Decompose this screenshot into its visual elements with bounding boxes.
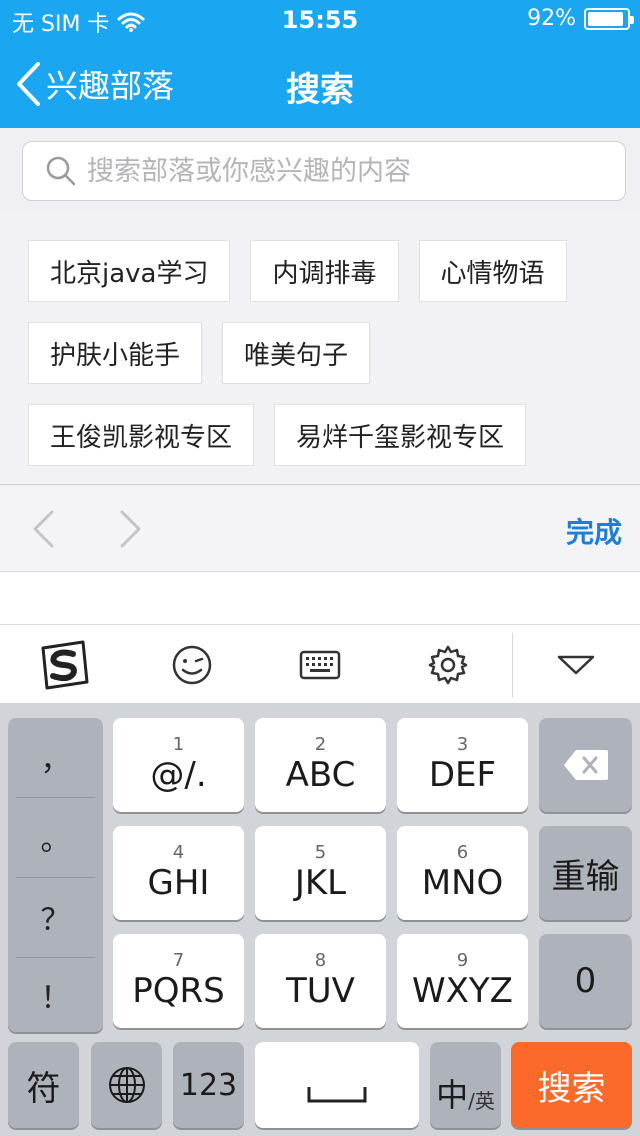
search-key-label: 搜索 [537,1068,606,1109]
back-button[interactable]: 兴趣部落 [14,58,174,110]
emoji-icon [172,645,212,685]
lang-sub-text: 英 [474,1089,495,1113]
tag-row: 北京java学习 内调排毒 心情物语 [28,240,640,302]
lang-sub-label: /英 [468,1089,495,1113]
tag-item[interactable]: 心情物语 [418,240,567,302]
key-letters: JKL [294,863,347,903]
tag-item[interactable]: 内调排毒 [250,240,399,302]
key-8[interactable]: 8 TUV [255,934,386,1028]
sogou-logo-icon [41,640,89,690]
globe-icon [108,1067,145,1103]
emoji-button[interactable] [164,639,220,691]
number-mode-label: 123 [179,1067,238,1103]
search-input[interactable] [87,155,607,187]
battery-percent: 92% [527,6,576,31]
key-2[interactable]: 2 ABC [255,718,386,812]
nav-bar: 兴趣部落 搜索 [0,40,640,128]
tag-item[interactable]: 唯美句子 [222,322,371,384]
chevron-left-icon [17,62,40,106]
nine-key-keyboard: ， 。 ？ ！ 1 @/. 2 ABC 3 DEF 4 GHI 5 JKL 6 … [0,704,640,1136]
search-icon [46,156,76,186]
space-key[interactable] [255,1042,419,1128]
app-root: 无 SIM 卡 15:55 92% 兴趣部落 搜索 搜索部落或你感兴趣的内容 北… [0,0,640,1136]
keyboard-icon [299,650,341,680]
hide-keyboard-button[interactable] [548,639,604,691]
search-key[interactable]: 搜索 [511,1042,632,1128]
key-letters: DEF [428,755,497,795]
back-label: 兴趣部落 [46,67,175,105]
ime-toolbar [0,624,640,704]
number-mode-key[interactable]: 123 [173,1042,244,1128]
key-7[interactable]: 7 PQRS [113,934,244,1028]
tag-item[interactable]: 易烊千玺影视专区 [274,404,527,466]
punct-key[interactable]: ！ [8,956,103,1034]
key-number: 5 [314,842,327,863]
sogou-logo-button[interactable] [36,639,92,691]
tag-cloud: 北京java学习 内调排毒 心情物语 护肤小能手 唯美句子 王俊凯影视专区 易烊… [0,212,640,484]
keyboard-accessory-bar: 完成 [0,484,640,572]
key-letters: GHI [147,863,210,903]
key-number: 9 [456,950,469,971]
key-number: 1 [172,734,185,755]
keyboard-switch-button[interactable] [292,639,348,691]
settings-button[interactable] [420,639,476,691]
backspace-icon [563,750,608,780]
key-1[interactable]: 1 @/. [113,718,244,812]
candidate-strip [0,572,640,624]
key-number: 4 [172,842,185,863]
key-letters: @/. [150,755,207,795]
symbol-key[interactable]: 符 [8,1042,79,1128]
prev-field-icon[interactable] [30,509,58,549]
key-number: 7 [172,950,185,971]
key-number: 6 [456,842,469,863]
next-field-icon[interactable] [116,509,144,549]
toolbar-divider [512,633,513,697]
search-section [0,128,640,212]
delete-key[interactable] [539,718,632,812]
globe-key[interactable] [91,1042,162,1128]
tag-item[interactable]: 护肤小能手 [28,322,203,384]
key-number: 8 [314,950,327,971]
key-0[interactable]: 0 [539,934,632,1028]
punct-key[interactable]: ？ [8,878,103,956]
key-3[interactable]: 3 DEF [397,718,528,812]
key-letters: MNO [421,863,504,903]
battery-fill [588,11,623,26]
key-number: 3 [456,734,469,755]
punctuation-column: ， 。 ？ ！ [8,718,103,1032]
gear-icon [428,645,468,685]
reinput-label: 重输 [551,856,620,897]
status-bar: 无 SIM 卡 15:55 92% [0,0,640,40]
battery-icon [584,7,634,30]
zero-label: 0 [574,961,597,1001]
key-4[interactable]: 4 GHI [113,826,244,920]
page-title: 搜索 [286,70,354,110]
tag-item[interactable]: 王俊凯影视专区 [28,404,255,466]
symbol-label: 符 [26,1068,61,1109]
tag-row: 王俊凯影视专区 易烊千玺影视专区 [28,404,640,466]
key-6[interactable]: 6 MNO [397,826,528,920]
search-box[interactable] [22,141,626,201]
punct-key[interactable]: 。 [8,798,103,876]
key-letters: PQRS [132,971,225,1011]
language-switch-key[interactable]: 中 /英 [430,1042,501,1128]
key-letters: WXYZ [412,971,513,1011]
reinput-key[interactable]: 重输 [539,826,632,920]
tag-row: 护肤小能手 唯美句子 [28,322,640,384]
top-bar: 无 SIM 卡 15:55 92% 兴趣部落 搜索 [0,0,640,128]
chevron-down-icon [557,655,595,675]
key-letters: ABC [285,755,356,795]
done-button[interactable]: 完成 [566,511,622,551]
key-5[interactable]: 5 JKL [255,826,386,920]
battery-info: 92% [527,6,634,31]
space-icon [307,1087,367,1103]
punct-key[interactable]: ， [8,718,103,796]
key-9[interactable]: 9 WXYZ [397,934,528,1028]
key-number: 2 [314,734,327,755]
lang-main-label: 中 [436,1076,469,1114]
tag-item[interactable]: 北京java学习 [28,240,231,302]
key-letters: TUV [286,971,355,1011]
